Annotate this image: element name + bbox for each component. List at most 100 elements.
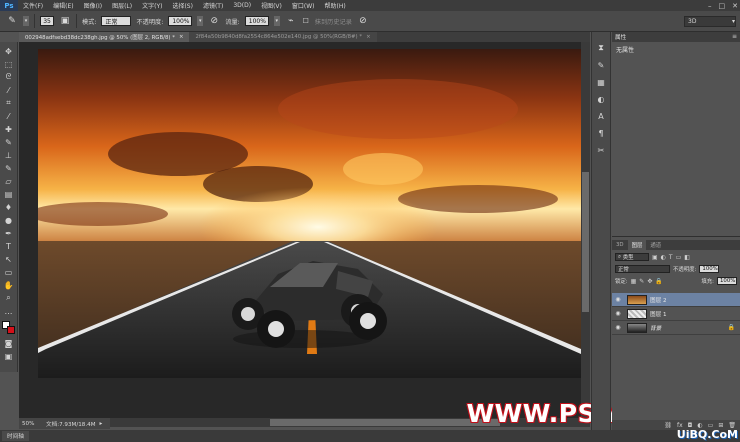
hand-tool-icon[interactable]: ✋ <box>3 280 15 290</box>
layer-row[interactable]: ◉ 图层 1 <box>612 307 740 321</box>
menu-image[interactable]: 图像(I) <box>79 1 107 10</box>
brush-preset-icon[interactable]: ✎ <box>595 59 607 71</box>
color-swatches[interactable] <box>1 321 16 335</box>
screen-mode-icon[interactable]: ▣ <box>3 351 15 361</box>
lock-transparent-icon[interactable]: ▦ <box>631 278 637 285</box>
tab-document-2[interactable]: 2f84a50b9840d8fa2554c864e502e140.jpg @ 5… <box>189 32 377 42</box>
document-image[interactable] <box>38 49 581 378</box>
flow-input[interactable]: 100% <box>244 16 269 26</box>
blur-tool-icon[interactable]: ♦ <box>3 202 15 212</box>
pressure-size-icon[interactable]: ⊘ <box>357 15 369 27</box>
character-panel-icon[interactable]: A <box>595 110 607 122</box>
visibility-eye-icon[interactable]: ◉ <box>612 324 624 331</box>
menu-help[interactable]: 帮助(H) <box>320 1 351 10</box>
lock-paint-icon[interactable]: ✎ <box>639 278 644 285</box>
adjustments-icon[interactable]: ◐ <box>595 93 607 105</box>
layer-row[interactable]: ◉ 图层 2 <box>612 293 740 307</box>
layer-row[interactable]: ◉ 背景 🔒 <box>612 321 740 335</box>
blend-mode-select[interactable]: 正常 <box>615 265 670 273</box>
menu-file[interactable]: 文件(F) <box>18 1 48 10</box>
tab-channels[interactable]: 通道 <box>646 240 665 250</box>
tool-preset-dropdown[interactable]: ▾ <box>23 16 29 26</box>
tab-timeline[interactable]: 时间轴 <box>2 431 29 441</box>
brush-panel-icon[interactable]: ▣ <box>59 15 71 27</box>
menu-view[interactable]: 视图(V) <box>256 1 287 10</box>
menu-window[interactable]: 窗口(W) <box>287 1 320 10</box>
history-panel-icon[interactable]: ⧗ <box>595 42 607 54</box>
lock-move-icon[interactable]: ✥ <box>647 278 652 285</box>
minimize-icon[interactable]: – <box>708 2 712 10</box>
tab-layers[interactable]: 图层 <box>627 240 647 250</box>
add-mask-icon[interactable]: ◘ <box>688 422 693 429</box>
path-select-tool-icon[interactable]: ↖ <box>3 254 15 264</box>
lasso-tool-icon[interactable]: ᘓ <box>3 72 15 82</box>
adjustment-layer-icon[interactable]: ◐ <box>697 422 702 429</box>
flow-dropdown[interactable]: ▾ <box>273 16 280 26</box>
clone-stamp-tool-icon[interactable]: ⊥ <box>3 150 15 160</box>
history-brush-tool-icon[interactable]: ✎ <box>3 163 15 173</box>
visibility-eye-icon[interactable]: ◉ <box>612 296 624 303</box>
zoom-tool-icon[interactable]: ⌕ <box>3 293 15 303</box>
panel-menu-icon[interactable]: ≡ <box>732 33 737 40</box>
quick-mask-icon[interactable]: ◙ <box>3 338 15 348</box>
restore-icon[interactable]: □ <box>719 2 726 10</box>
healing-brush-tool-icon[interactable]: ✚ <box>3 124 15 134</box>
layer-filter-select[interactable]: ⌕ 类型 <box>615 253 649 261</box>
tool-presets-icon[interactable]: ✂ <box>595 144 607 156</box>
canvas-area[interactable] <box>19 42 581 418</box>
filter-type-icon[interactable]: T <box>669 254 673 261</box>
workspace-select[interactable]: 3D ▾ <box>684 16 736 27</box>
menu-layer[interactable]: 图层(L) <box>107 1 137 10</box>
swatches-icon[interactable]: ▦ <box>595 76 607 88</box>
opacity-input[interactable]: 100% <box>168 16 193 26</box>
trash-icon[interactable]: 🗑 <box>728 422 736 429</box>
background-color-swatch[interactable] <box>6 326 15 334</box>
history-checkbox[interactable]: ☐ <box>302 15 310 27</box>
shape-tool-icon[interactable]: ▭ <box>3 267 15 277</box>
tab-document-1[interactable]: 002948adfsebd38dc238gh.jpg @ 50% (图层 2, … <box>19 32 190 42</box>
scrollbar-thumb[interactable] <box>582 172 589 312</box>
vertical-scrollbar[interactable] <box>581 42 590 418</box>
close-icon[interactable]: × <box>179 34 184 40</box>
filter-adjust-icon[interactable]: ◐ <box>661 254 666 261</box>
brush-size-picker[interactable]: 35 <box>40 16 54 26</box>
pressure-opacity-icon[interactable]: ⊘ <box>208 15 220 27</box>
properties-title[interactable]: 属性 <box>615 33 626 41</box>
menu-3d[interactable]: 3D(D) <box>228 2 256 9</box>
paragraph-panel-icon[interactable]: ¶ <box>595 127 607 139</box>
menu-filter[interactable]: 滤镜(T) <box>198 1 228 10</box>
filter-shape-icon[interactable]: ▭ <box>676 254 682 261</box>
crop-tool-icon[interactable]: ⌗ <box>3 98 15 108</box>
new-layer-icon[interactable]: ⊞ <box>718 422 723 429</box>
history-brush-icon[interactable]: ✎ <box>6 15 18 27</box>
menu-select[interactable]: 选择(S) <box>167 1 198 10</box>
lock-all-icon[interactable]: 🔒 <box>655 278 662 285</box>
quick-select-tool-icon[interactable]: ⁄ <box>3 85 15 95</box>
status-arrow-icon[interactable]: ▸ <box>100 421 103 427</box>
menu-type[interactable]: 文字(Y) <box>137 1 167 10</box>
eraser-tool-icon[interactable]: ▱ <box>3 176 15 186</box>
move-tool-icon[interactable]: ✥ <box>3 46 15 56</box>
eyedropper-tool-icon[interactable]: ⁄ <box>3 111 15 121</box>
pen-tool-icon[interactable]: ✒ <box>3 228 15 238</box>
scrollbar-thumb[interactable] <box>270 419 500 426</box>
close-icon[interactable]: ✕ <box>732 2 738 10</box>
tab-3d[interactable]: 3D <box>612 240 628 250</box>
filter-smart-icon[interactable]: ◧ <box>684 254 690 261</box>
zoom-level[interactable]: 50% <box>22 421 42 427</box>
filter-pixel-icon[interactable]: ▣ <box>652 254 658 261</box>
link-layers-icon[interactable]: ⛓ <box>664 422 672 429</box>
new-group-icon[interactable]: ▭ <box>708 422 714 429</box>
brush-tool-icon[interactable]: ✎ <box>3 137 15 147</box>
gradient-tool-icon[interactable]: ▤ <box>3 189 15 199</box>
airbrush-icon[interactable]: ⌁ <box>285 15 297 27</box>
type-tool-icon[interactable]: T <box>3 241 15 251</box>
mode-select[interactable]: 正常 <box>101 16 132 26</box>
visibility-eye-icon[interactable]: ◉ <box>612 310 624 317</box>
layer-style-icon[interactable]: fx <box>677 422 683 429</box>
close-icon[interactable]: × <box>366 34 371 40</box>
layer-opacity-input[interactable]: 100% <box>699 265 720 273</box>
marquee-tool-icon[interactable]: ⬚ <box>3 59 15 69</box>
menu-edit[interactable]: 编辑(E) <box>48 1 78 10</box>
opacity-dropdown[interactable]: ▾ <box>197 16 204 26</box>
